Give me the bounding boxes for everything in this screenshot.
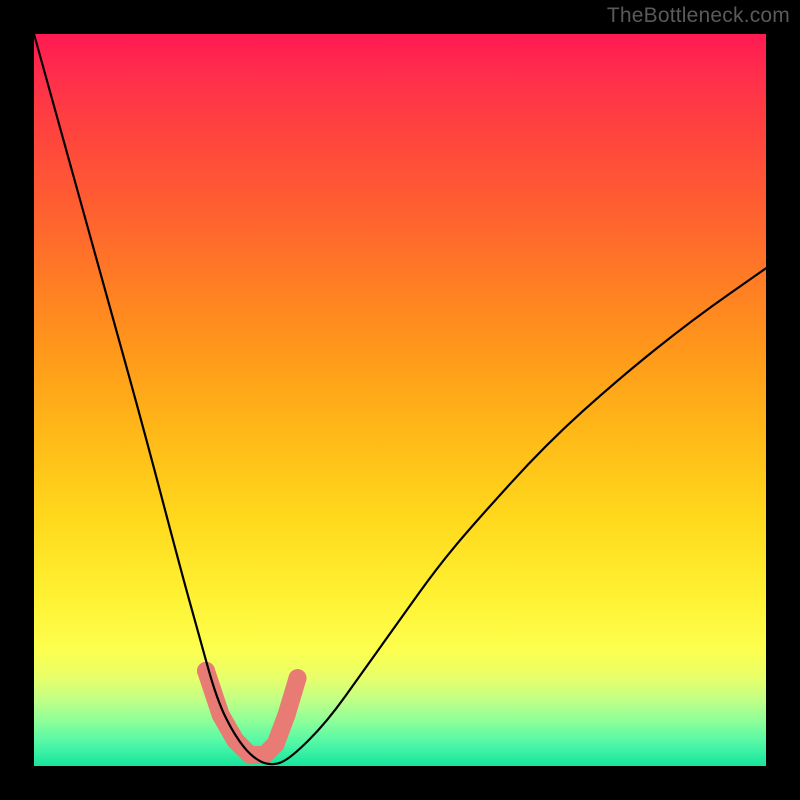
watermark-text: TheBottleneck.com xyxy=(607,4,790,28)
marker-dot xyxy=(289,669,307,687)
marker-group xyxy=(197,662,306,764)
bottleneck-curve xyxy=(34,34,766,764)
chart-svg xyxy=(34,34,766,766)
marker-dot xyxy=(278,706,296,724)
chart-frame: TheBottleneck.com xyxy=(0,0,800,800)
plot-area xyxy=(34,34,766,766)
marker-dot xyxy=(267,735,285,753)
